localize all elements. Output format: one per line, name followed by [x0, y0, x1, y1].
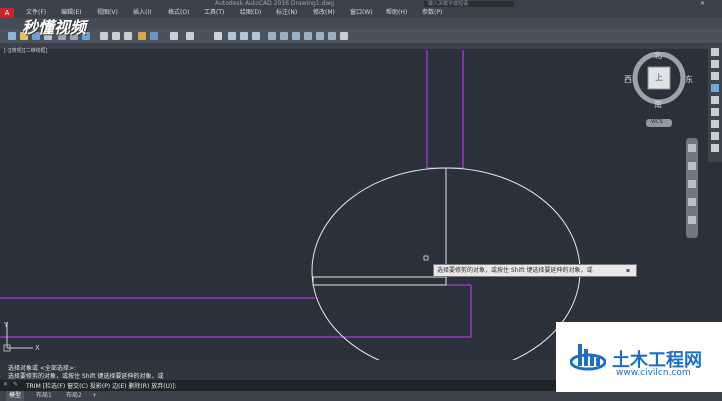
properties-icon[interactable]	[268, 32, 276, 40]
zoom-nav-icon[interactable]	[688, 180, 696, 188]
redo-icon[interactable]	[186, 32, 194, 40]
tooltip-text: 选择要修剪的对象，或按住 Shift 键选择要延伸的对象，或	[437, 267, 593, 274]
ucs-x-letter: X	[35, 344, 40, 352]
command-tooltip: 选择要修剪的对象，或按住 Shift 键选择要延伸的对象，或 ▪	[433, 264, 637, 277]
tab-model[interactable]: 模型	[6, 391, 25, 401]
rectangle-tool-icon[interactable]	[711, 96, 719, 104]
tool-palettes-icon[interactable]	[292, 32, 300, 40]
site-url: www.civilcn.com	[616, 368, 691, 378]
menu-item-modify[interactable]: 修改(M)	[313, 8, 335, 18]
title-bar: Autodesk AutoCAD 2016 Drawing1.dwg 键入关键字…	[0, 0, 722, 8]
drawing-canvas[interactable]: Y X	[0, 50, 722, 365]
app-menu-button[interactable]: A	[0, 8, 14, 18]
site-logo-icon	[570, 344, 606, 371]
polyline-tool-icon[interactable]	[711, 60, 719, 68]
tab-layout1[interactable]: 布局1	[36, 391, 52, 401]
arc-tool-icon[interactable]	[711, 84, 719, 92]
orbit-nav-icon[interactable]	[688, 198, 696, 206]
design-center-icon[interactable]	[280, 32, 288, 40]
command-close-icon[interactable]: ✕	[3, 381, 8, 388]
copy-icon[interactable]	[112, 32, 120, 40]
tooltip-arrow-icon: ▪	[626, 267, 631, 274]
search-placeholder: 键入关键字或短语	[428, 1, 469, 7]
cut-icon[interactable]	[100, 32, 108, 40]
menu-item-tools[interactable]: 工具(T)	[204, 8, 224, 18]
match-properties-icon[interactable]	[138, 32, 146, 40]
compass-south[interactable]: 南	[654, 99, 662, 110]
zoom-window-icon[interactable]	[240, 32, 248, 40]
menu-item-insert[interactable]: 插入(I)	[133, 8, 151, 18]
command-wrench-icon[interactable]: ✎	[13, 381, 18, 388]
calculator-icon[interactable]	[328, 32, 336, 40]
zoom-realtime-icon[interactable]	[228, 32, 236, 40]
menu-bar: A 文件(F) 编辑(E) 视图(V) 插入(I) 格式(O) 工具(T) 绘图…	[0, 8, 722, 18]
compass-west[interactable]: 西	[624, 74, 632, 85]
ribbon-tab-strip	[0, 18, 722, 29]
compass-east[interactable]: 东	[685, 74, 693, 85]
block-editor-icon[interactable]	[150, 32, 158, 40]
circle-tool-icon[interactable]	[711, 72, 719, 80]
search-input[interactable]: 键入关键字或短语	[424, 1, 514, 7]
region-tool-icon[interactable]	[711, 132, 719, 140]
zoom-previous-icon[interactable]	[252, 32, 260, 40]
video-watermark-logo: 秒懂视频	[22, 14, 86, 38]
undo-icon[interactable]	[170, 32, 178, 40]
menu-item-view[interactable]: 视图(V)	[97, 8, 118, 18]
line-tool-icon[interactable]	[711, 48, 719, 56]
menu-item-dimension[interactable]: 标注(N)	[276, 8, 297, 18]
markup-icon[interactable]	[316, 32, 324, 40]
add-layout-button[interactable]: +	[92, 391, 97, 401]
tab-layout2[interactable]: 布局2	[66, 391, 82, 401]
compass-north[interactable]: 北	[654, 50, 662, 61]
site-watermark: 土木工程网 www.civilcn.com	[556, 322, 722, 392]
menu-item-help[interactable]: 帮助(H)	[386, 8, 407, 18]
table-tool-icon[interactable]	[711, 144, 719, 152]
menu-item-params[interactable]: 参数(P)	[422, 8, 442, 18]
help-icon[interactable]	[340, 32, 348, 40]
menu-item-format[interactable]: 格式(O)	[168, 8, 189, 18]
viewcube-face-label: 上	[655, 73, 663, 82]
paste-icon[interactable]	[124, 32, 132, 40]
pickbox-cursor	[423, 255, 429, 261]
ucs-y-letter: Y	[3, 321, 9, 329]
pan-icon[interactable]	[214, 32, 222, 40]
wcs-label: WCS	[651, 119, 663, 125]
pan-nav-icon[interactable]	[688, 162, 696, 170]
quick-access-toolbar	[0, 29, 722, 44]
menu-item-window[interactable]: 窗口(W)	[350, 8, 373, 18]
steering-wheel-icon[interactable]	[688, 144, 696, 152]
text-tool-icon[interactable]	[711, 120, 719, 128]
viewcube[interactable]: 北 南 西 东 上 WCS	[624, 50, 694, 132]
sheet-set-icon[interactable]	[304, 32, 312, 40]
document-tab-strip	[0, 43, 722, 49]
command-history-line: 选择要修剪的对象，或按住 Shift 键选择要延伸的对象，或	[8, 373, 164, 380]
trim-rectangle[interactable]	[312, 276, 447, 286]
video-watermark-text: 秒懂视频	[22, 18, 87, 37]
menu-item-draw[interactable]: 绘图(D)	[240, 8, 261, 18]
close-icon[interactable]: ✕	[700, 0, 705, 8]
hatch-tool-icon[interactable]	[711, 108, 719, 116]
status-bar: 模型 布局1 布局2 +	[0, 391, 722, 401]
new-file-icon[interactable]	[8, 32, 16, 40]
window-title: Autodesk AutoCAD 2016 Drawing1.dwg	[215, 0, 335, 7]
showmotion-icon[interactable]	[688, 216, 696, 224]
command-prompt: TRIM [栏选(F) 窗交(C) 投影(P) 边(E) 删除(R) 放弃(U)…	[26, 383, 177, 390]
